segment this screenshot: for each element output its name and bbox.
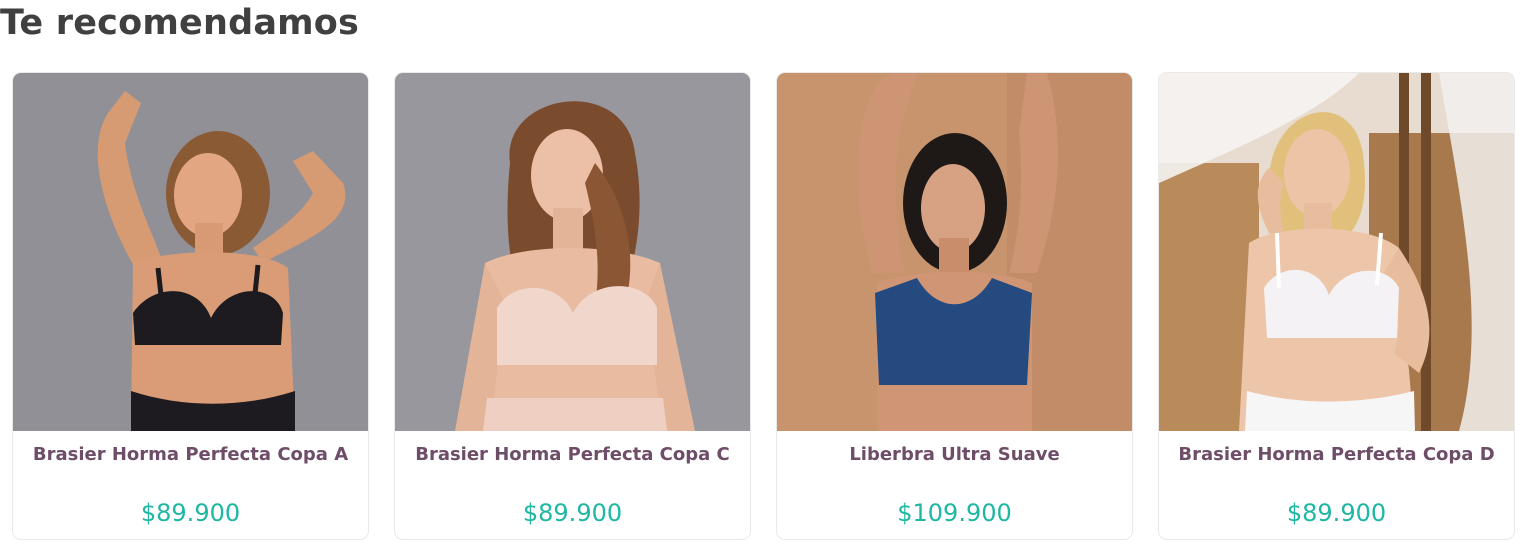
product-price: $89.900 (522, 499, 623, 527)
product-card[interactable]: Brasier Horma Perfecta Copa D $89.900 (1158, 72, 1515, 540)
product-price: $109.900 (897, 499, 1012, 527)
product-image[interactable] (395, 73, 750, 431)
product-image[interactable] (13, 73, 368, 431)
product-image[interactable] (777, 73, 1132, 431)
product-card[interactable]: Brasier Horma Perfecta Copa C $89.900 (394, 72, 751, 540)
section-title: Te recomendamos (0, 3, 360, 43)
product-image[interactable] (1159, 73, 1514, 431)
product-name[interactable]: Liberbra Ultra Suave (777, 443, 1132, 467)
product-name[interactable]: Brasier Horma Perfecta Copa C (395, 443, 750, 467)
product-card[interactable]: Brasier Horma Perfecta Copa A $89.900 (12, 72, 369, 540)
product-name[interactable]: Brasier Horma Perfecta Copa D (1159, 443, 1514, 467)
recommendations-section: Te recomendamos Brasier Horma Perfecta C… (0, 0, 1532, 560)
product-price: $89.900 (1286, 499, 1387, 527)
product-price: $89.900 (140, 499, 241, 527)
product-name[interactable]: Brasier Horma Perfecta Copa A (13, 443, 368, 467)
product-grid: Brasier Horma Perfecta Copa A $89.900 Br… (12, 72, 1515, 540)
product-card[interactable]: Liberbra Ultra Suave $109.900 (776, 72, 1133, 540)
